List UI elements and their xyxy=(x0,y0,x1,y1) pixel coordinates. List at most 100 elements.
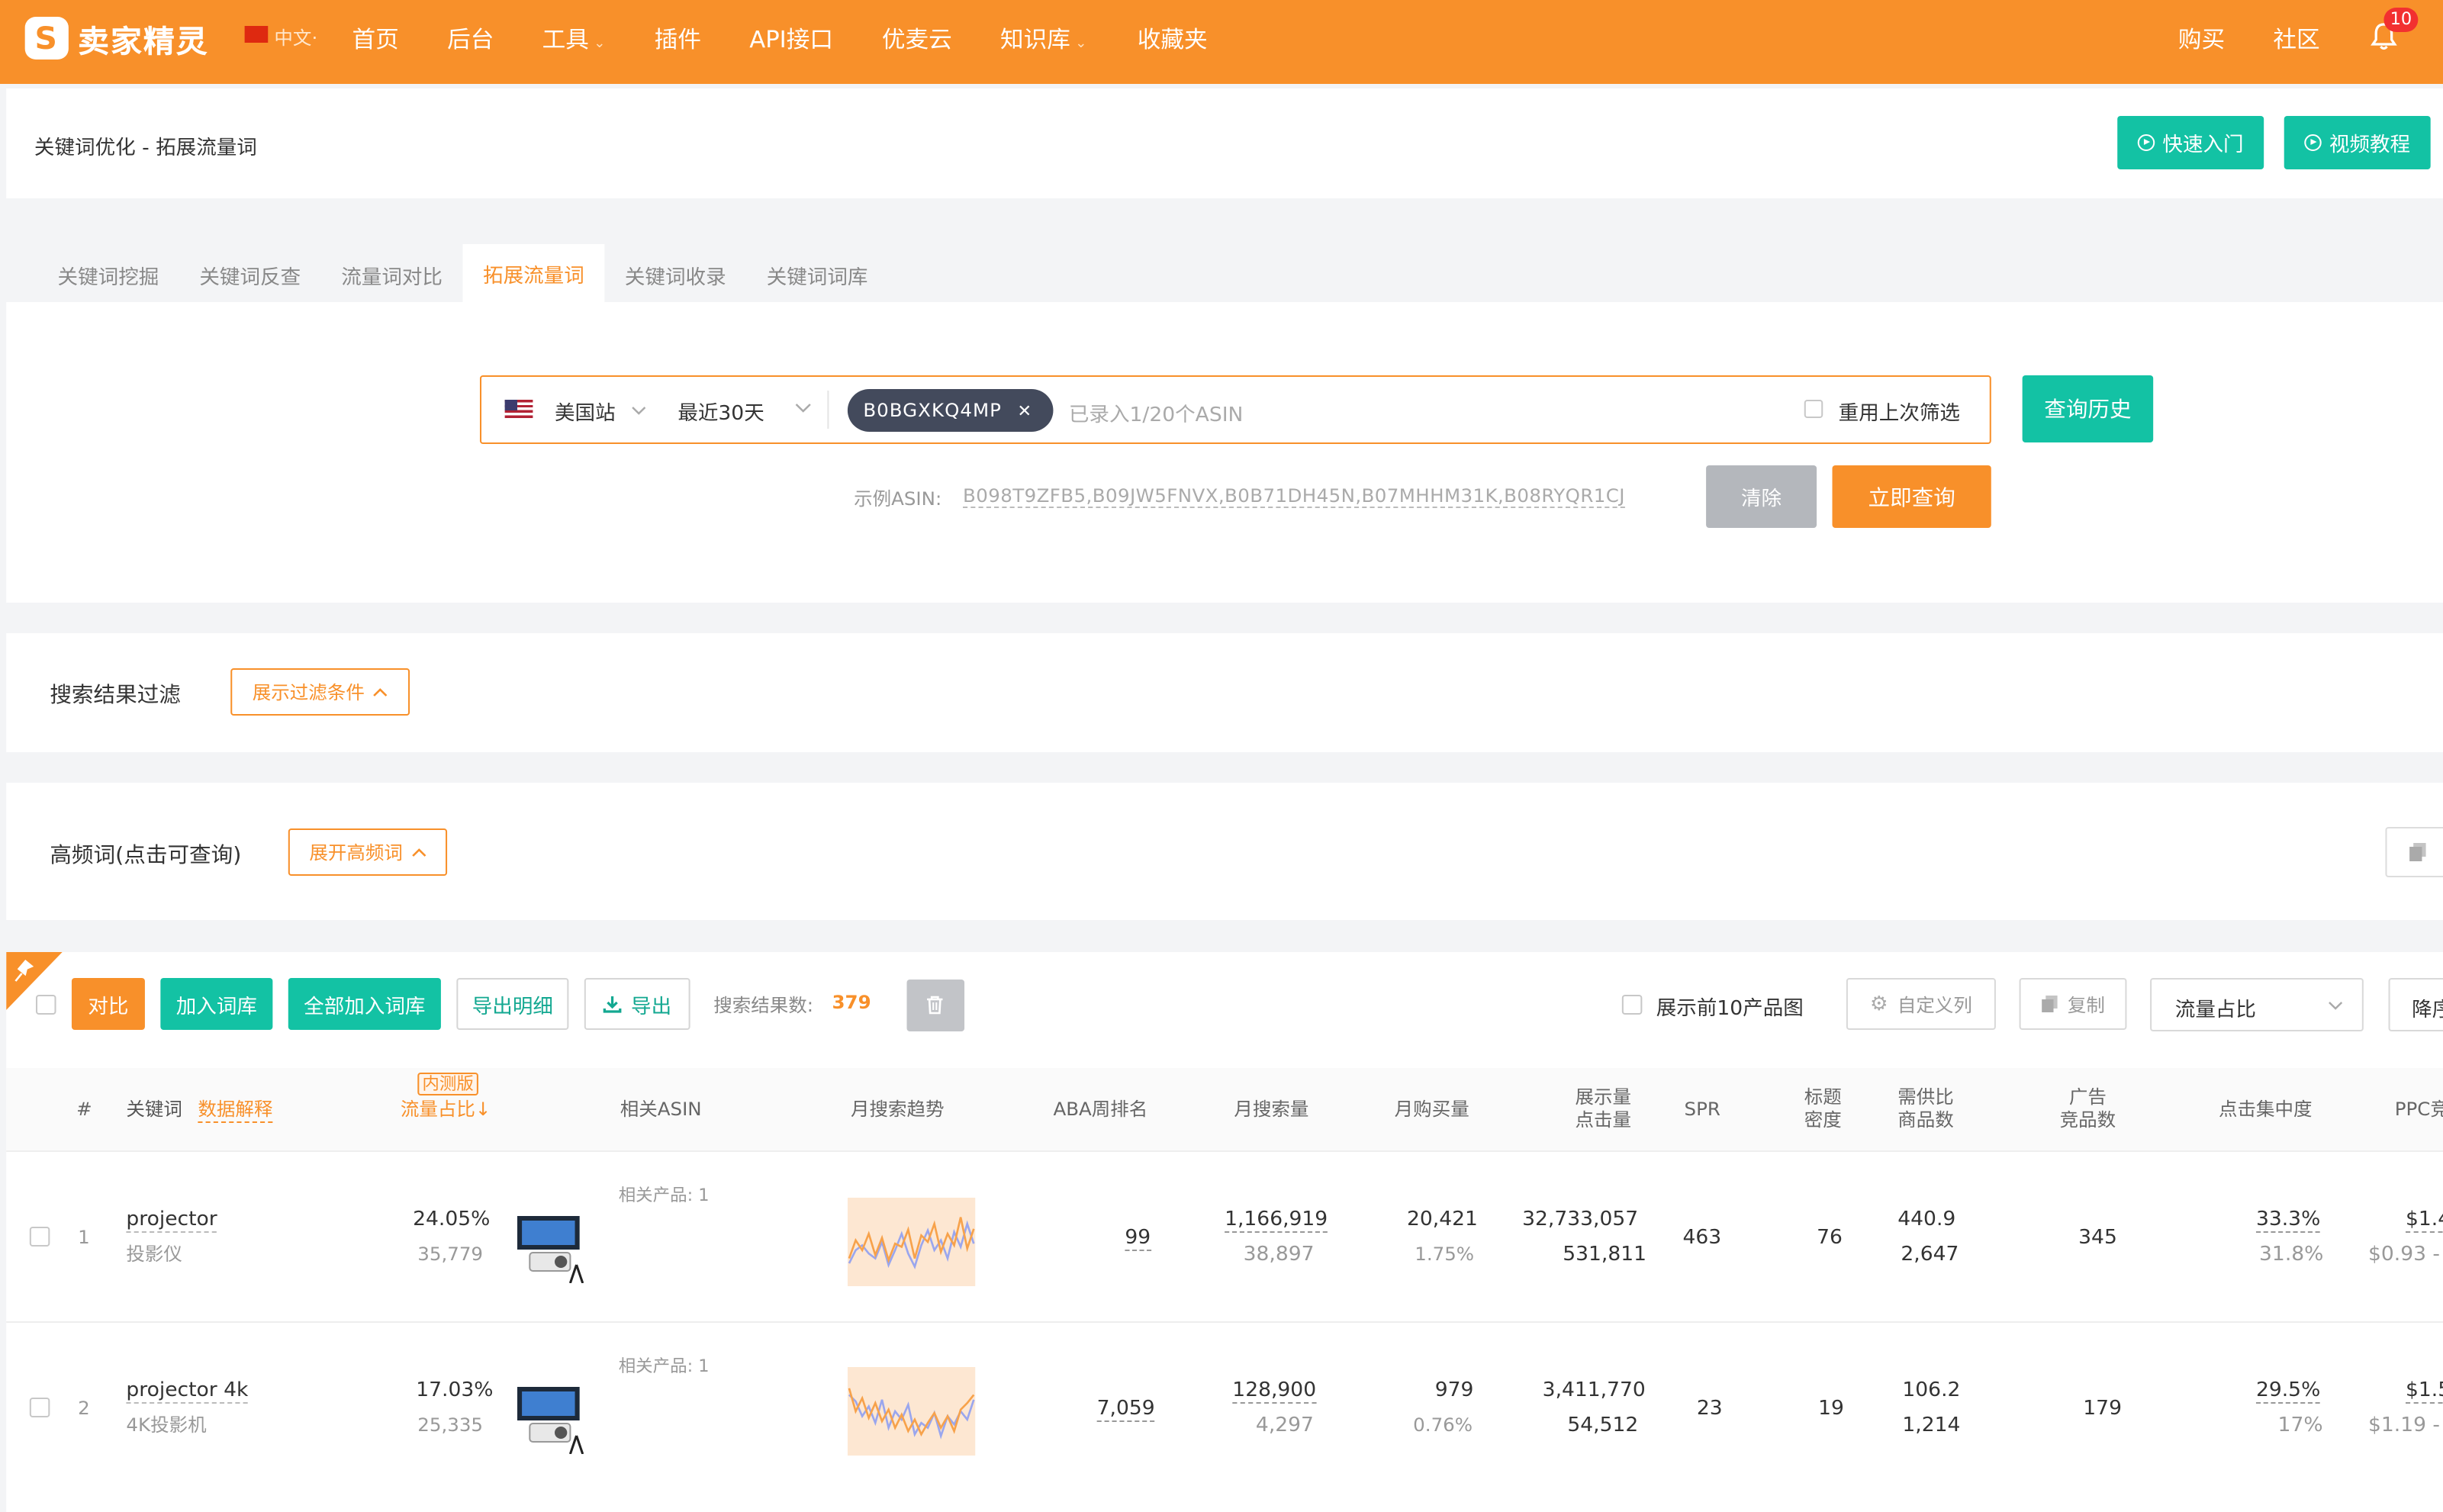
add-all-to-library-button[interactable]: 全部加入词库 xyxy=(288,978,441,1030)
nav-home[interactable]: 首页 xyxy=(352,23,399,55)
col-monthly-purchase[interactable]: 月购买量 xyxy=(1395,1099,1469,1121)
col-impressions[interactable]: 展示量 点击量 xyxy=(1572,1086,1634,1132)
tab-expand-traffic[interactable]: 拓展流量词 xyxy=(462,244,605,302)
col-related-asin: 相关ASIN xyxy=(620,1099,702,1120)
click-concentration-value[interactable]: 29.5% xyxy=(2255,1379,2321,1404)
clear-button[interactable]: 清除 xyxy=(1706,465,1817,528)
ppc-value[interactable]: $1.4 xyxy=(2406,1208,2443,1233)
close-icon[interactable]: ✕ xyxy=(1017,401,1032,420)
col-title-density[interactable]: 标题 密度 xyxy=(1803,1086,1843,1132)
monthly-search-sub: 38,897 xyxy=(1243,1243,1315,1266)
select-all-checkbox[interactable] xyxy=(35,995,56,1015)
ppc-range: $0.93 - xyxy=(2367,1243,2441,1266)
period-select[interactable]: 最近30天 xyxy=(678,397,764,426)
reuse-filter-label: 重用上次筛选 xyxy=(1838,403,1960,426)
chevron-down-icon: ⌄ xyxy=(594,37,606,52)
nav-tools[interactable]: 工具 ⌄ xyxy=(542,23,606,55)
nav-youmaiyun[interactable]: 优麦云 xyxy=(882,23,952,55)
nav-purchase[interactable]: 购买 xyxy=(2178,23,2225,55)
col-ppc[interactable]: PPC竞 xyxy=(2395,1099,2443,1121)
traffic-share-sub: 35,779 xyxy=(417,1243,484,1265)
col-supply-demand[interactable]: 需供比 商品数 xyxy=(1894,1086,1957,1132)
tab-keyword-mining[interactable]: 关键词挖掘 xyxy=(58,261,159,290)
row-index: 2 xyxy=(78,1398,90,1419)
col-ad-products[interactable]: 广告 竞品数 xyxy=(2057,1086,2120,1132)
nav-plugins[interactable]: 插件 xyxy=(655,23,701,55)
aba-rank-value[interactable]: 7,059 xyxy=(1096,1398,1155,1422)
col-aba-rank[interactable]: ABA周排名 xyxy=(1053,1099,1147,1121)
data-explain-link[interactable]: 数据解释 xyxy=(198,1099,273,1123)
keyword-translation: 投影仪 xyxy=(126,1243,182,1265)
traffic-share-sub: 25,335 xyxy=(417,1414,484,1436)
gear-icon: ⚙ xyxy=(1869,992,1888,1015)
keyword-link[interactable]: projector xyxy=(126,1208,217,1233)
sort-order-select[interactable]: 降序 xyxy=(2388,978,2443,1031)
keyword-link[interactable]: projector 4k xyxy=(126,1379,249,1404)
show-filter-button[interactable]: 展示过滤条件 xyxy=(230,668,410,716)
purchase-rate: 0.76% xyxy=(1413,1414,1473,1436)
spr-value: 23 xyxy=(1696,1398,1723,1420)
monthly-search-value[interactable]: 128,900 xyxy=(1232,1379,1317,1404)
asin-input[interactable]: 已录入1/20个ASIN xyxy=(1069,398,1244,427)
brand-logo[interactable]: S 卖家精灵 xyxy=(24,15,209,61)
monthly-trend-sparkline[interactable] xyxy=(847,1367,976,1456)
col-click-concentration[interactable]: 点击集中度 xyxy=(2219,1099,2313,1121)
row-checkbox[interactable] xyxy=(29,1227,50,1247)
show-high-frequency-button[interactable]: 展开高频词 xyxy=(288,828,448,876)
copy-icon xyxy=(2409,843,2426,861)
logo-mark-icon: S xyxy=(24,17,69,60)
tab-keyword-reverse[interactable]: 关键词反查 xyxy=(199,261,301,290)
nav-community[interactable]: 社区 xyxy=(2273,23,2319,55)
export-detail-button[interactable]: 导出明细 xyxy=(456,978,569,1030)
impressions-value: 3,411,770 xyxy=(1542,1379,1646,1402)
divider xyxy=(827,391,829,429)
video-tutorial-button[interactable]: 视频教程 xyxy=(2284,116,2431,169)
tab-keyword-library[interactable]: 关键词词库 xyxy=(767,261,868,290)
query-now-button[interactable]: 立即查询 xyxy=(1832,465,1991,528)
export-button[interactable]: 导出 xyxy=(584,978,690,1030)
nav-favorites[interactable]: 收藏夹 xyxy=(1138,23,1208,55)
brand-name: 卖家精灵 xyxy=(78,22,209,59)
example-asin-link[interactable]: B098T9ZFB5,B09JW5FNVX,B0B71DH45N,B07MHHM… xyxy=(963,485,1625,508)
product-thumbnail[interactable] xyxy=(517,1384,589,1454)
monthly-trend-sparkline[interactable] xyxy=(847,1198,976,1286)
chevron-down-icon[interactable] xyxy=(794,403,811,413)
custom-columns-button[interactable]: ⚙ 自定义列 xyxy=(1846,978,1996,1030)
keyword-translation: 4K投影机 xyxy=(126,1414,207,1436)
product-thumbnail[interactable] xyxy=(517,1213,589,1283)
traffic-share-value: 17.03% xyxy=(416,1379,494,1402)
monthly-search-value[interactable]: 1,166,919 xyxy=(1225,1208,1328,1233)
col-monthly-search[interactable]: 月搜索量 xyxy=(1234,1099,1308,1121)
show-top10-checkbox[interactable] xyxy=(1621,995,1643,1015)
compare-button[interactable]: 对比 xyxy=(71,978,145,1030)
nav-backend[interactable]: 后台 xyxy=(447,23,494,55)
tab-traffic-compare[interactable]: 流量词对比 xyxy=(341,261,443,290)
ppc-value[interactable]: $1.5 xyxy=(2406,1379,2443,1404)
quick-start-button[interactable]: 快速入门 xyxy=(2117,116,2264,169)
click-concentration-value[interactable]: 33.3% xyxy=(2255,1208,2321,1233)
related-products-count[interactable]: 相关产品: 1 xyxy=(619,1353,710,1378)
row-checkbox[interactable] xyxy=(29,1398,50,1417)
nav-knowledge-base[interactable]: 知识库 ⌄ xyxy=(1000,23,1086,55)
copy-high-frequency-button[interactable] xyxy=(2385,827,2443,877)
language-switcher[interactable]: 中文· xyxy=(274,24,317,50)
purchase-rate: 1.75% xyxy=(1415,1243,1475,1265)
col-traffic-share[interactable]: 流量占比↓ xyxy=(401,1099,491,1121)
add-to-library-button[interactable]: 加入词库 xyxy=(160,978,273,1030)
col-spr[interactable]: SPR xyxy=(1685,1099,1720,1121)
reuse-filter-checkbox[interactable] xyxy=(1804,400,1823,418)
sort-field-select[interactable]: 流量占比 xyxy=(2150,978,2364,1031)
asin-chip[interactable]: B0BGXKQ4MP ✕ xyxy=(847,389,1054,432)
aba-rank-value[interactable]: 99 xyxy=(1125,1227,1151,1251)
tab-keyword-index[interactable]: 关键词收录 xyxy=(625,261,726,290)
notification-badge: 10 xyxy=(2383,8,2419,32)
copy-button[interactable]: 复制 xyxy=(2019,978,2127,1030)
related-products-count[interactable]: 相关产品: 1 xyxy=(619,1182,710,1207)
col-keyword[interactable]: 关键词 xyxy=(126,1099,182,1121)
marketplace-select[interactable]: 美国站 xyxy=(555,397,647,426)
impressions-value: 32,733,057 xyxy=(1522,1208,1639,1231)
click-concentration-sub: 31.8% xyxy=(2259,1243,2324,1266)
nav-api[interactable]: API接口 xyxy=(749,23,833,55)
query-history-button[interactable]: 查询历史 xyxy=(2022,375,2154,442)
delete-button[interactable] xyxy=(906,980,965,1031)
